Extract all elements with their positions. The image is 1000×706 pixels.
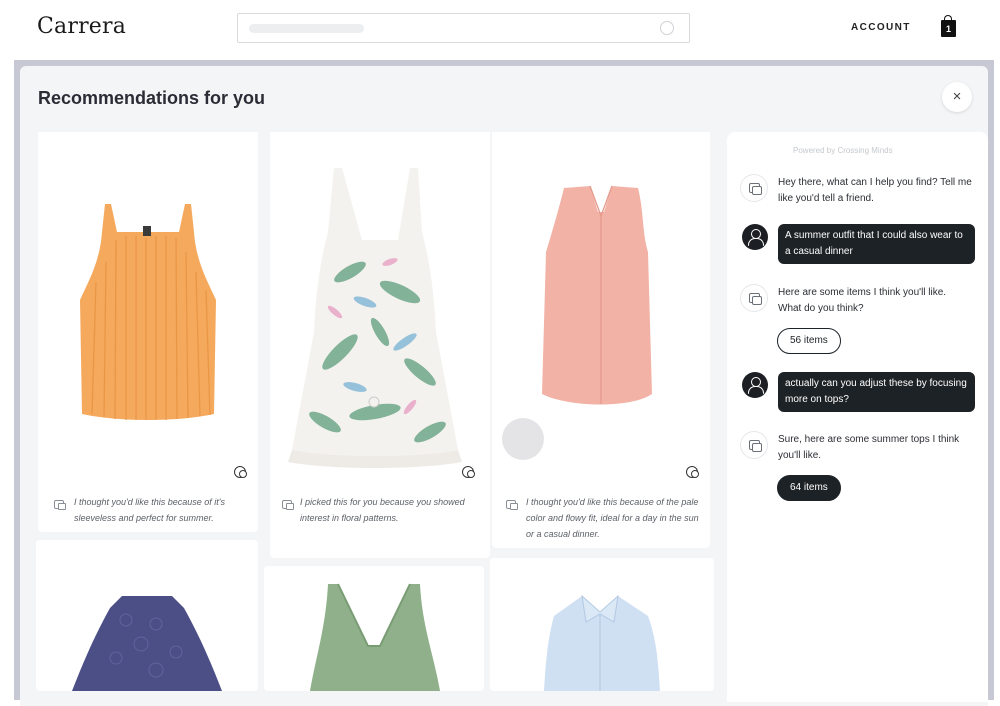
product-card-pink-blouse[interactable]: I thought you'd like this because of the… — [492, 132, 710, 548]
product-card-lace-top[interactable] — [36, 540, 258, 691]
product-card-floral-dress[interactable]: I picked this for you because you showed… — [270, 132, 490, 558]
recommendation-reason: I picked this for you because you showed… — [300, 497, 465, 523]
assistant-message: Here are some items I think you'll like.… — [778, 287, 947, 314]
chat-panel — [727, 132, 988, 702]
product-image-green-top — [264, 566, 484, 691]
reason-icon — [54, 500, 66, 510]
product-card-orange-tank[interactable]: I thought you'd like this because of it'… — [38, 132, 258, 532]
product-image-orange-tank — [38, 132, 258, 482]
similar-items-icon[interactable] — [462, 466, 475, 478]
recommendation-reason: I thought you'd like this because of it'… — [74, 497, 226, 523]
recommendation-reason: I thought you'd like this because of the… — [526, 497, 699, 539]
site-logo[interactable]: Carrera — [37, 14, 126, 39]
reason-icon — [282, 500, 294, 510]
similar-items-icon[interactable] — [686, 466, 699, 478]
shopping-bag-icon[interactable]: 1 — [941, 15, 956, 37]
results-count-pill[interactable]: 56 items — [777, 328, 841, 354]
assistant-avatar-icon — [740, 431, 768, 459]
user-avatar-icon — [742, 372, 768, 398]
search-bar[interactable] — [237, 13, 690, 43]
product-card-blue-shirt[interactable] — [490, 558, 714, 691]
product-card-green-top[interactable] — [264, 566, 484, 691]
product-image-floral-dress — [270, 132, 490, 482]
user-message: A summer outfit that I could also wear t… — [778, 224, 975, 264]
modal-title: Recommendations for you — [38, 88, 266, 108]
user-message: actually can you adjust these by focusin… — [778, 372, 975, 412]
product-image-blue-shirt — [490, 558, 714, 691]
assistant-message: Hey there, what can I help you find? Tel… — [778, 177, 972, 204]
close-button[interactable]: × — [942, 82, 972, 112]
powered-by-label: Powered by Crossing Minds — [793, 146, 893, 155]
product-image-lace-top — [36, 540, 258, 691]
search-icon[interactable] — [660, 21, 674, 35]
account-link[interactable]: ACCOUNT — [851, 22, 911, 33]
reason-icon — [506, 500, 518, 510]
site-header: Carrera ACCOUNT 1 — [0, 0, 1000, 58]
user-avatar-icon — [742, 224, 768, 250]
similar-items-icon[interactable] — [234, 466, 247, 478]
assistant-avatar-icon — [740, 284, 768, 312]
results-count-pill[interactable]: 64 items — [777, 475, 841, 501]
loading-spinner — [502, 418, 544, 460]
assistant-avatar-icon — [740, 174, 768, 202]
assistant-message: Sure, here are some summer tops I think … — [778, 434, 960, 461]
search-placeholder — [249, 24, 364, 33]
